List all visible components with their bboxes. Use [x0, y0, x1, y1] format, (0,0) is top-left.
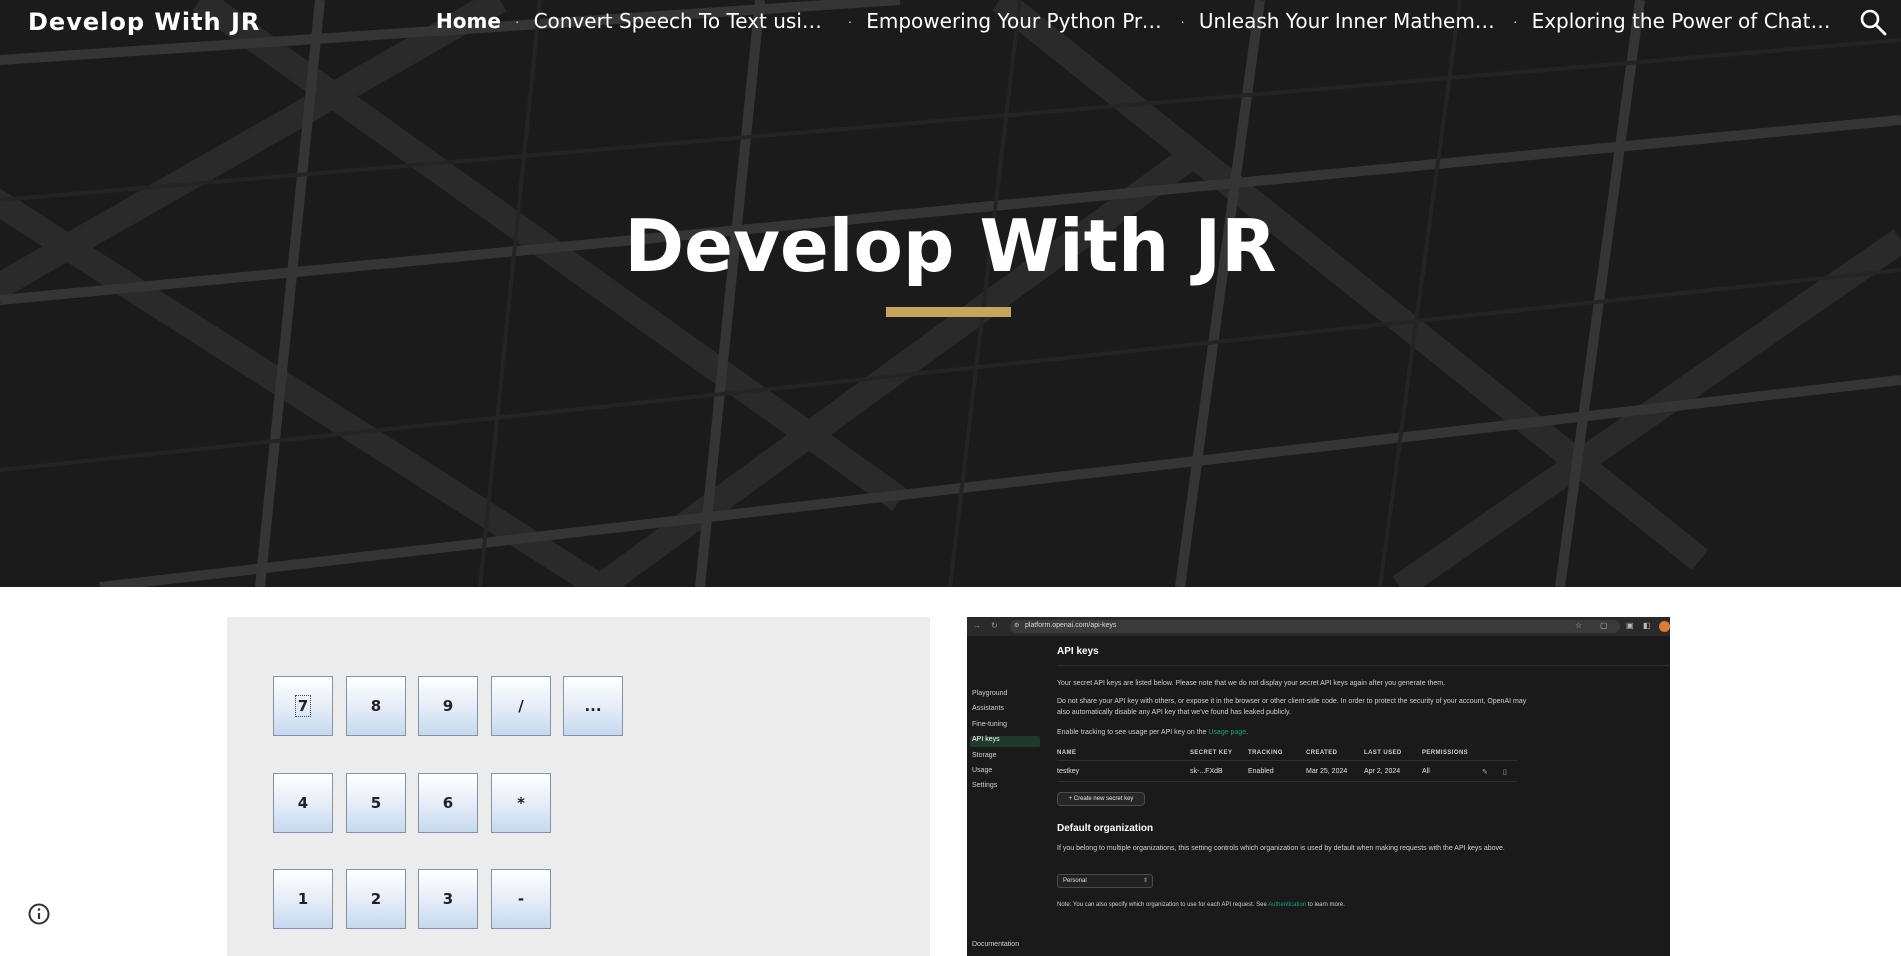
calc-key-8[interactable]: 8 — [346, 676, 406, 736]
key-created: Mar 25, 2024 — [1306, 768, 1348, 775]
address-bar-url: platform.openai.com/api-keys — [1025, 622, 1117, 629]
calc-key-more[interactable]: ... — [563, 676, 623, 736]
site-info-icon: ⚙ — [1014, 623, 1020, 629]
sidebar-item-api-keys: API keys — [972, 736, 1000, 743]
hero-title: Develop With JR — [624, 204, 1277, 288]
nav-separator: · — [1512, 13, 1518, 29]
hero-overlay — [0, 0, 1901, 587]
nav-item-home[interactable]: Home — [436, 9, 501, 33]
nav-item-mathematics[interactable]: Unleash Your Inner Mathemat... — [1199, 9, 1499, 33]
calc-key-3[interactable]: 3 — [418, 869, 478, 929]
nav-item-chatgpt[interactable]: Exploring the Power of ChatG... — [1532, 9, 1832, 33]
sidebar-item-assistants: Assistants — [972, 705, 1004, 712]
calc-key-divide[interactable]: / — [491, 676, 551, 736]
nav-separator: · — [847, 13, 853, 29]
sidebar-icon: ◧ — [1643, 621, 1651, 630]
hero-banner: Develop With JR Home · Convert Speech To… — [0, 0, 1901, 587]
top-navigation: Develop With JR Home · Convert Speech To… — [0, 0, 1901, 46]
calc-key-9[interactable]: 9 — [418, 676, 478, 736]
nav-item-python-projects[interactable]: Empowering Your Python Proj... — [866, 9, 1166, 33]
forward-icon: → — [973, 621, 981, 630]
column-header-name: NAME — [1057, 750, 1077, 756]
calc-key-6[interactable]: 6 — [418, 773, 478, 833]
organization-note: Note: You can also specify which organiz… — [1057, 902, 1345, 908]
default-organization-text: If you belong to multiple organizations,… — [1057, 845, 1505, 852]
select-chevron-icon: ⇕ — [1142, 878, 1148, 884]
edit-icon: ✎ — [1482, 769, 1488, 776]
trash-icon: ▯ — [1503, 769, 1507, 776]
api-keys-screenshot: → ↻ ⚙ platform.openai.com/api-keys ☆ ▢ ▣… — [967, 617, 1670, 956]
api-keys-intro: Your secret API keys are listed below. P… — [1057, 680, 1446, 687]
calc-key-7[interactable]: 7 — [273, 676, 333, 736]
hero-accent-rule — [886, 307, 1011, 317]
create-secret-key-button: + Create new secret key — [1057, 792, 1145, 806]
header-divider — [1057, 665, 1670, 666]
calc-key-4[interactable]: 4 — [273, 773, 333, 833]
calc-key-multiply[interactable]: * — [491, 773, 551, 833]
tracking-note: Enable tracking to see usage per API key… — [1057, 729, 1249, 736]
api-keys-title: API keys — [1057, 646, 1099, 657]
nav-item-speech-to-text[interactable]: Convert Speech To Text using ... — [534, 9, 834, 33]
api-keys-warning: Do not share your API key with others, o… — [1057, 698, 1527, 716]
default-organization-title: Default organization — [1057, 823, 1154, 834]
sidebar-item-documentation: Documentation — [972, 941, 1020, 948]
extension-icon: ▢ — [1600, 621, 1608, 630]
key-last-used: Apr 2, 2024 — [1364, 768, 1401, 775]
column-header-last-used: LAST USED — [1364, 750, 1402, 756]
site-info-button[interactable] — [27, 902, 51, 926]
key-secret: sk-...FXdB — [1190, 768, 1223, 775]
info-icon — [28, 903, 50, 925]
key-name: testkey — [1057, 768, 1080, 775]
table-divider — [1057, 760, 1517, 761]
column-header-tracking: TRACKING — [1248, 750, 1283, 756]
nav-separator: · — [514, 13, 520, 29]
authentication-link: Authentication — [1268, 902, 1307, 908]
organization-select: Personal ⇕ — [1057, 874, 1153, 888]
search-button[interactable] — [1858, 7, 1888, 37]
usage-page-link: Usage page — [1208, 729, 1247, 736]
sidebar-item-fine-tuning: Fine-tuning — [972, 721, 1008, 728]
sidebar-item-playground: Playground — [972, 690, 1008, 697]
star-icon: ☆ — [1575, 621, 1583, 630]
search-icon — [1860, 9, 1887, 36]
reload-icon: ↻ — [991, 621, 998, 630]
calc-key-minus[interactable]: - — [491, 869, 551, 929]
site-title[interactable]: Develop With JR — [28, 8, 260, 36]
column-header-created: CREATED — [1306, 750, 1338, 756]
sidebar-item-usage: Usage — [972, 767, 993, 774]
avatar — [1659, 621, 1670, 632]
key-tracking: Enabled — [1248, 768, 1274, 775]
api-sidebar: Playground Assistants Fine-tuning API ke… — [967, 636, 1057, 956]
calc-key-2[interactable]: 2 — [346, 869, 406, 929]
column-header-permissions: PERMISSIONS — [1422, 750, 1469, 756]
sidebar-item-settings: Settings — [972, 782, 998, 789]
extensions-icon: ▣ — [1626, 621, 1634, 630]
sidebar-item-storage: Storage — [972, 752, 997, 759]
column-header-secret-key: SECRET KEY — [1190, 750, 1233, 756]
key-permissions: All — [1422, 768, 1430, 775]
calc-key-1[interactable]: 1 — [273, 869, 333, 929]
browser-toolbar: → ↻ ⚙ platform.openai.com/api-keys ☆ ▢ ▣… — [967, 617, 1670, 636]
table-divider — [1057, 781, 1517, 782]
calculator-screenshot: 7 8 9 / ... 4 5 6 * 1 2 3 - — [227, 617, 930, 956]
nav-list: Home · Convert Speech To Text using ... … — [436, 9, 1832, 33]
nav-separator: · — [1180, 13, 1185, 29]
calc-key-5[interactable]: 5 — [346, 773, 406, 833]
